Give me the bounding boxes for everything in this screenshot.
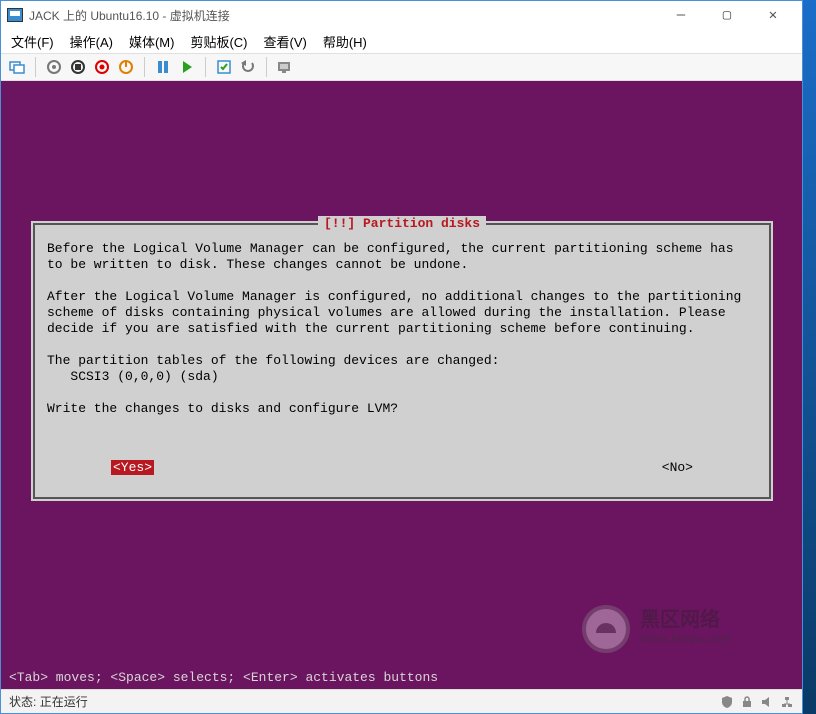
turnoff-icon[interactable]: [68, 57, 88, 77]
watermark-text2: www.heiqu.com: [640, 629, 731, 647]
revert-icon[interactable]: [238, 57, 258, 77]
status-label: 状态:: [9, 693, 36, 710]
minimize-button[interactable]: —: [658, 1, 704, 29]
reset-icon[interactable]: [116, 57, 136, 77]
menu-media[interactable]: 媒体(M): [129, 32, 175, 51]
desktop-background: [803, 0, 816, 714]
menu-action[interactable]: 操作(A): [70, 32, 113, 51]
ctrl-alt-del-button[interactable]: [7, 57, 27, 77]
status-value: 正在运行: [40, 693, 88, 710]
vm-connection-window: JACK 上的 Ubuntu16.10 - 虚拟机连接 — ▢ ✕ 文件(F) …: [0, 0, 803, 714]
dialog-body: Before the Logical Volume Manager can be…: [47, 241, 757, 417]
dialog-title: [!!] Partition disks: [318, 216, 486, 231]
menu-clipboard[interactable]: 剪贴板(C): [190, 32, 247, 51]
toolbar: [1, 53, 802, 81]
close-button[interactable]: ✕: [750, 1, 796, 29]
vm-screen[interactable]: [!!] Partition disks Before the Logical …: [1, 81, 802, 689]
no-button[interactable]: <No>: [662, 460, 693, 475]
audio-icon: [760, 695, 774, 709]
keybinding-hint: <Tab> moves; <Space> selects; <Enter> ac…: [9, 670, 438, 685]
titlebar: JACK 上的 Ubuntu16.10 - 虚拟机连接 — ▢ ✕: [1, 1, 802, 29]
checkpoint-icon[interactable]: [214, 57, 234, 77]
menu-view[interactable]: 查看(V): [264, 32, 307, 51]
network-icon: [780, 695, 794, 709]
enhanced-session-icon[interactable]: [275, 57, 295, 77]
pause-icon[interactable]: [153, 57, 173, 77]
watermark: 黑区网络 www.heiqu.com: [582, 599, 782, 659]
app-icon: [7, 8, 23, 22]
partition-dialog: [!!] Partition disks Before the Logical …: [31, 221, 773, 501]
security-icon: [720, 695, 734, 709]
menu-bar: 文件(F) 操作(A) 媒体(M) 剪贴板(C) 查看(V) 帮助(H): [1, 29, 802, 53]
status-bar: 状态: 正在运行: [1, 689, 802, 713]
menu-file[interactable]: 文件(F): [11, 32, 54, 51]
watermark-logo-icon: [582, 605, 630, 653]
menu-help[interactable]: 帮助(H): [323, 32, 367, 51]
lock-icon: [740, 695, 754, 709]
play-icon[interactable]: [177, 57, 197, 77]
watermark-text1: 黑区网络: [640, 609, 720, 631]
guest-console[interactable]: [!!] Partition disks Before the Logical …: [1, 81, 802, 689]
start-icon[interactable]: [44, 57, 64, 77]
window-title: JACK 上的 Ubuntu16.10 - 虚拟机连接: [29, 7, 658, 24]
maximize-button[interactable]: ▢: [704, 1, 750, 29]
yes-button[interactable]: <Yes>: [111, 460, 154, 475]
shutdown-icon[interactable]: [92, 57, 112, 77]
